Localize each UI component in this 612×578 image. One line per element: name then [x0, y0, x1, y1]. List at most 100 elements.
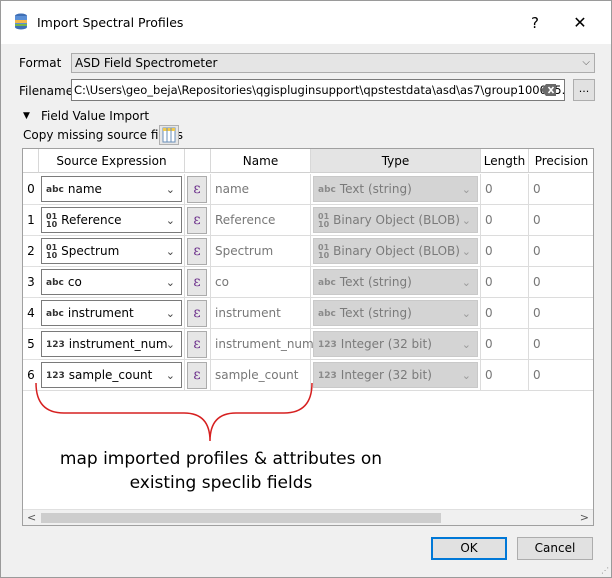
type-cell: 01 10 Binary Object (BLOB) ⌄ — [311, 236, 481, 267]
field-precision: 0 — [533, 182, 541, 196]
precision-cell[interactable]: 0 — [529, 174, 593, 205]
expression-builder-icon[interactable]: ε — [187, 300, 207, 327]
source-expression-select[interactable]: abc instrument ⌄ — [41, 300, 182, 326]
text-type-icon: abc — [46, 184, 64, 195]
type-cell: 123 Integer (32 bit) ⌄ — [311, 360, 481, 391]
precision-cell[interactable]: 0 — [529, 236, 593, 267]
scroll-right-icon[interactable]: > — [580, 510, 589, 525]
table-columns-icon[interactable] — [159, 125, 179, 145]
chevron-down-icon: ⌄ — [461, 183, 471, 196]
chevron-down-icon: ⌄ — [461, 307, 471, 320]
precision-cell[interactable]: 0 — [529, 298, 593, 329]
filename-label: Filename — [19, 84, 74, 98]
resize-grip-icon[interactable]: ⋰ — [601, 566, 609, 575]
length-cell[interactable]: 0 — [481, 267, 529, 298]
collapse-triangle-icon[interactable]: ▼ — [23, 111, 30, 121]
filename-input[interactable]: C:\Users\geo_beja\Repositories\qgisplugi… — [71, 79, 565, 101]
precision-cell[interactable]: 0 — [529, 360, 593, 391]
field-length: 0 — [485, 368, 493, 382]
field-name: co — [215, 275, 229, 289]
annotation-line-2: existing speclib fields — [129, 473, 313, 493]
length-cell[interactable]: 0 — [481, 329, 529, 360]
help-button[interactable]: ? — [521, 9, 549, 37]
source-expression-value: Spectrum — [61, 244, 120, 258]
header-expression[interactable] — [185, 149, 211, 173]
binary-type-icon: 01 10 — [46, 211, 58, 229]
name-cell[interactable]: co — [211, 267, 311, 298]
header-precision[interactable]: Precision — [529, 149, 593, 173]
source-expression-select[interactable]: 01 10 Reference ⌄ — [41, 207, 182, 233]
source-expression-select[interactable]: 01 10 Spectrum ⌄ — [41, 238, 182, 264]
ok-button[interactable]: OK — [431, 537, 507, 560]
precision-cell[interactable]: 0 — [529, 329, 593, 360]
expression-cell: ε — [185, 205, 211, 236]
import-dialog: Import Spectral Profiles ? ✕ Format ASD … — [0, 0, 612, 578]
source-expression-select[interactable]: 123 instrument_num ⌄ — [41, 331, 182, 357]
length-cell[interactable]: 0 — [481, 174, 529, 205]
name-cell[interactable]: instrument_num — [211, 329, 314, 360]
header-length[interactable]: Length — [481, 149, 529, 173]
type-cell: abc Text (string) ⌄ — [311, 174, 481, 205]
field-type-value: Text (string) — [339, 182, 412, 196]
browse-button[interactable]: ... — [573, 79, 595, 101]
expression-builder-icon[interactable]: ε — [187, 238, 207, 265]
text-type-icon: abc — [318, 308, 336, 319]
format-value: ASD Field Spectrometer — [75, 56, 218, 70]
close-button[interactable]: ✕ — [565, 9, 595, 37]
binary-type-icon: 01 10 — [46, 242, 58, 260]
source-expression-select[interactable]: abc name ⌄ — [41, 176, 182, 202]
scroll-left-icon[interactable]: < — [27, 510, 36, 525]
name-cell[interactable]: Reference — [211, 205, 311, 236]
field-type-select: abc Text (string) ⌄ — [313, 300, 478, 326]
expression-cell: ε — [185, 236, 211, 267]
field-precision: 0 — [533, 244, 541, 258]
type-cell: abc Text (string) ⌄ — [311, 267, 481, 298]
length-cell[interactable]: 0 — [481, 205, 529, 236]
length-cell[interactable]: 0 — [481, 360, 529, 391]
type-cell: 123 Integer (32 bit) ⌄ — [311, 329, 481, 360]
source-expression-cell: abc co ⌄ — [39, 267, 185, 298]
header-name[interactable]: Name — [211, 149, 311, 173]
name-cell[interactable]: name — [211, 174, 311, 205]
length-cell[interactable]: 0 — [481, 298, 529, 329]
expression-builder-icon[interactable]: ε — [187, 331, 207, 358]
length-cell[interactable]: 0 — [481, 236, 529, 267]
chevron-down-icon: ⌄ — [165, 245, 175, 258]
expression-builder-icon[interactable]: ε — [187, 207, 207, 234]
source-expression-select[interactable]: abc co ⌄ — [41, 269, 182, 295]
source-expression-value: instrument — [67, 306, 134, 320]
scrollbar-thumb[interactable] — [41, 513, 441, 523]
clear-icon[interactable] — [541, 83, 557, 97]
expression-builder-icon[interactable]: ε — [187, 176, 207, 203]
field-length: 0 — [485, 213, 493, 227]
format-select[interactable]: ASD Field Spectrometer ⌵ — [71, 53, 595, 73]
expression-cell: ε — [185, 267, 211, 298]
annotation-bracket — [35, 382, 313, 442]
text-type-icon: abc — [318, 277, 336, 288]
chevron-down-icon: ⌄ — [165, 276, 175, 289]
horizontal-scrollbar[interactable]: < > — [23, 509, 593, 525]
name-cell[interactable]: Spectrum — [211, 236, 311, 267]
annotation-line-1: map imported profiles & attributes on — [59, 449, 383, 469]
header-source-expression[interactable]: Source Expression — [39, 149, 185, 173]
name-cell[interactable]: instrument — [211, 298, 311, 329]
field-name: instrument — [215, 306, 281, 320]
chevron-down-icon: ⌵ — [582, 57, 590, 68]
expression-builder-icon[interactable]: ε — [187, 269, 207, 296]
precision-cell[interactable]: 0 — [529, 267, 593, 298]
field-precision: 0 — [533, 337, 541, 351]
type-cell: 01 10 Binary Object (BLOB) ⌄ — [311, 205, 481, 236]
chevron-down-icon: ⌄ — [461, 214, 471, 227]
row-number: 3 — [23, 267, 39, 298]
source-expression-value: Reference — [61, 213, 122, 227]
cancel-button[interactable]: Cancel — [517, 537, 593, 560]
chevron-down-icon: ⌄ — [165, 338, 175, 351]
precision-cell[interactable]: 0 — [529, 205, 593, 236]
field-precision: 0 — [533, 306, 541, 320]
field-precision: 0 — [533, 213, 541, 227]
header-type[interactable]: Type — [311, 149, 481, 173]
binary-type-icon: 01 10 — [318, 242, 330, 260]
field-name: Reference — [215, 213, 276, 227]
chevron-down-icon: ⌄ — [461, 276, 471, 289]
qgis-database-icon — [15, 13, 27, 30]
